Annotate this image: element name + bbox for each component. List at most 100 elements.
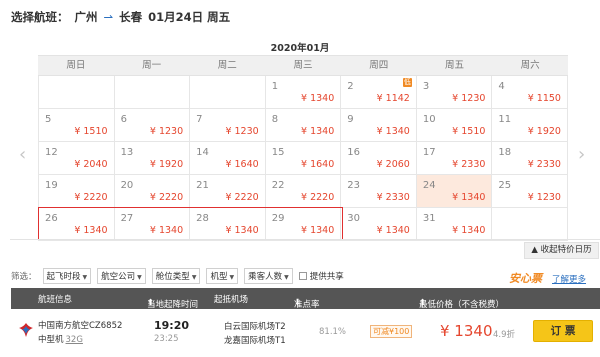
day-price: ¥ 1340 xyxy=(301,126,335,137)
day-price: ¥ 2220 xyxy=(149,192,184,203)
calendar-day-cell[interactable]: 4 ¥ 1150 xyxy=(492,76,568,109)
day-price: ¥ 1640 xyxy=(301,159,335,170)
divider xyxy=(10,239,600,240)
weekday-label: 周一 xyxy=(142,60,162,71)
day-price: ¥ 2220 xyxy=(74,192,108,203)
day-number: 16 xyxy=(347,147,361,158)
prev-month-icon[interactable]: ‹ xyxy=(19,144,26,165)
day-number: 10 xyxy=(422,114,436,125)
airline-name: 中国南方航空CZ6852 xyxy=(38,321,123,331)
day-number: 20 xyxy=(120,180,134,191)
calendar-day-cell[interactable]: 25 ¥ 1230 xyxy=(492,175,568,208)
weekday-label: 周四 xyxy=(369,60,389,71)
aircraft-code-link[interactable]: 32G xyxy=(66,335,83,345)
day-price: ¥ 1230 xyxy=(527,192,561,203)
calendar-day-cell[interactable]: 14 ¥ 1640 xyxy=(190,142,266,175)
filter-airline[interactable]: 航空公司 ▼ xyxy=(97,268,146,284)
day-number: 9 xyxy=(347,114,354,125)
flight-table-header: 航班信息 当地起降时间 ⬆ 起抵机场 准点率 ⬇ 最低价格（不含税费） ⬆ xyxy=(11,288,600,310)
day-number: 18 xyxy=(498,147,512,158)
share-checkbox[interactable] xyxy=(298,272,307,280)
calendar-day-cell[interactable]: 3 ¥ 1230 xyxy=(416,76,493,109)
calendar-day-cell[interactable]: 16 ¥ 2060 xyxy=(341,142,417,175)
calendar-empty-cell xyxy=(39,76,115,109)
calendar-day-cell[interactable]: 20 ¥ 2220 xyxy=(114,175,191,208)
calendar-day-cell[interactable]: 8 ¥ 1340 xyxy=(265,109,342,142)
calendar-day-cell[interactable]: 31 ¥ 1340 xyxy=(416,208,493,241)
calendar-day-cell[interactable]: 7 ¥ 1230 xyxy=(190,109,266,142)
filter-text: 舱位类型 xyxy=(155,272,190,282)
month-title: 2020年01月 xyxy=(270,43,330,54)
day-number: 25 xyxy=(498,180,512,191)
calendar-day-cell[interactable]: 23 ¥ 2330 xyxy=(341,175,417,208)
filter-text: 起飞时段 xyxy=(46,272,81,282)
book-button[interactable]: 订 票 xyxy=(533,320,593,342)
day-number: 6 xyxy=(120,114,127,125)
flight-discount: 4.9折 xyxy=(493,330,516,340)
next-month-icon[interactable]: › xyxy=(578,144,585,165)
collapse-calendar-button[interactable]: ▲ 收起特价日历 xyxy=(524,242,599,259)
calendar-empty-cell xyxy=(492,208,568,241)
day-price: ¥ 1340 xyxy=(376,225,410,236)
calendar-day-cell[interactable]: 30 ¥ 1340 xyxy=(341,208,417,241)
filter-passengers[interactable]: 乘客人数 ▼ xyxy=(244,268,293,284)
calendar-empty-cell xyxy=(114,76,191,109)
calendar-day-cell[interactable]: 2 ¥ 1142 低 xyxy=(341,76,417,109)
day-price: ¥ 1340 xyxy=(376,126,410,137)
calendar-day-cell[interactable]: 21 ¥ 2220 xyxy=(190,175,266,208)
weekday-header: 周日 周一 周二 周三 周四 周五 周六 xyxy=(38,55,568,76)
calendar-day-cell[interactable]: 12 ¥ 2040 xyxy=(39,142,115,175)
calendar-day-cell[interactable]: 17 ¥ 2330 xyxy=(416,142,493,175)
filter-aircraft-type[interactable]: 机型 ▼ xyxy=(206,268,239,284)
day-price: ¥ 2220 xyxy=(301,192,335,203)
calendar-day-cell[interactable]: 9 ¥ 1340 xyxy=(341,109,417,142)
header-airport: 起抵机场 xyxy=(214,295,249,305)
day-price: ¥ 1920 xyxy=(149,159,184,170)
calendar-day-cell[interactable]: 10 ¥ 1510 xyxy=(416,109,493,142)
calendar-day-cell[interactable]: 27 ¥ 1340 xyxy=(114,208,191,241)
day-price: ¥ 1640 xyxy=(225,159,259,170)
day-number: 24 xyxy=(422,180,436,191)
day-price: ¥ 1510 xyxy=(452,126,486,137)
day-price: ¥ 1340 xyxy=(74,225,108,236)
anxin-logo: 安心票 xyxy=(509,272,542,285)
filter-bar: 筛选： 起飞时段 ▼ 航空公司 ▼ 舱位类型 ▼ 机型 ▼ 乘客人数 ▼ 提供共享 xyxy=(11,268,344,284)
calendar-day-cell[interactable]: 28 ¥ 1340 xyxy=(190,208,266,241)
day-number: 27 xyxy=(120,213,134,224)
day-number: 14 xyxy=(196,147,209,158)
aircraft-info: 中型机 32G xyxy=(38,333,83,345)
route-header: 选择航班： 广州 ⇀ 长春 01月24日 周五 xyxy=(11,9,236,25)
sort-icon: ⬆ xyxy=(419,298,427,308)
day-number: 12 xyxy=(45,147,58,158)
filter-departure-time[interactable]: 起飞时段 ▼ xyxy=(42,268,92,284)
caret-down-icon: ▼ xyxy=(137,274,142,281)
arrival-time: 23:25 xyxy=(154,334,179,344)
filter-text: 机型 xyxy=(210,272,228,282)
calendar-day-cell[interactable]: 18 ¥ 2330 xyxy=(492,142,568,175)
day-price: ¥ 1230 xyxy=(225,126,259,137)
calendar-day-cell[interactable]: 13 ¥ 1920 xyxy=(114,142,191,175)
calendar-day-cell[interactable]: 15 ¥ 1640 xyxy=(265,142,342,175)
calendar-day-cell[interactable]: 22 ¥ 2220 xyxy=(265,175,342,208)
calendar-day-cell[interactable]: 1 ¥ 1340 xyxy=(265,76,342,109)
weekday-label: 周二 xyxy=(217,60,237,71)
calendar-day-cell[interactable]: 29 ¥ 1340 xyxy=(265,208,342,241)
day-price: ¥ 1340 xyxy=(301,225,335,236)
filter-cabin-class[interactable]: 舱位类型 ▼ xyxy=(151,268,201,284)
day-price: ¥ 1340 xyxy=(225,225,259,236)
calendar-day-cell[interactable]: 11 ¥ 1920 xyxy=(492,109,568,142)
day-price: ¥ 1920 xyxy=(527,126,561,137)
calendar-day-cell[interactable]: 24 ¥ 1340 xyxy=(416,175,493,208)
calendar-day-cell[interactable]: 6 ¥ 1230 xyxy=(114,109,191,142)
day-number: 17 xyxy=(422,147,436,158)
learn-more-link[interactable]: 了解更多 xyxy=(552,273,586,285)
header-time: 当地起降时间 xyxy=(147,300,199,310)
day-number: 13 xyxy=(120,147,134,158)
header-flight: 航班信息 xyxy=(38,295,73,305)
lowest-price-badge: 低 xyxy=(402,78,412,87)
calendar-day-cell[interactable]: 19 ¥ 2220 xyxy=(39,175,115,208)
calendar-day-cell[interactable]: 5 ¥ 1510 xyxy=(39,109,115,142)
flight-price: ¥ 1340 xyxy=(440,322,493,340)
day-price: ¥ 1230 xyxy=(452,93,486,104)
calendar-day-cell[interactable]: 26 ¥ 1340 xyxy=(39,208,115,241)
